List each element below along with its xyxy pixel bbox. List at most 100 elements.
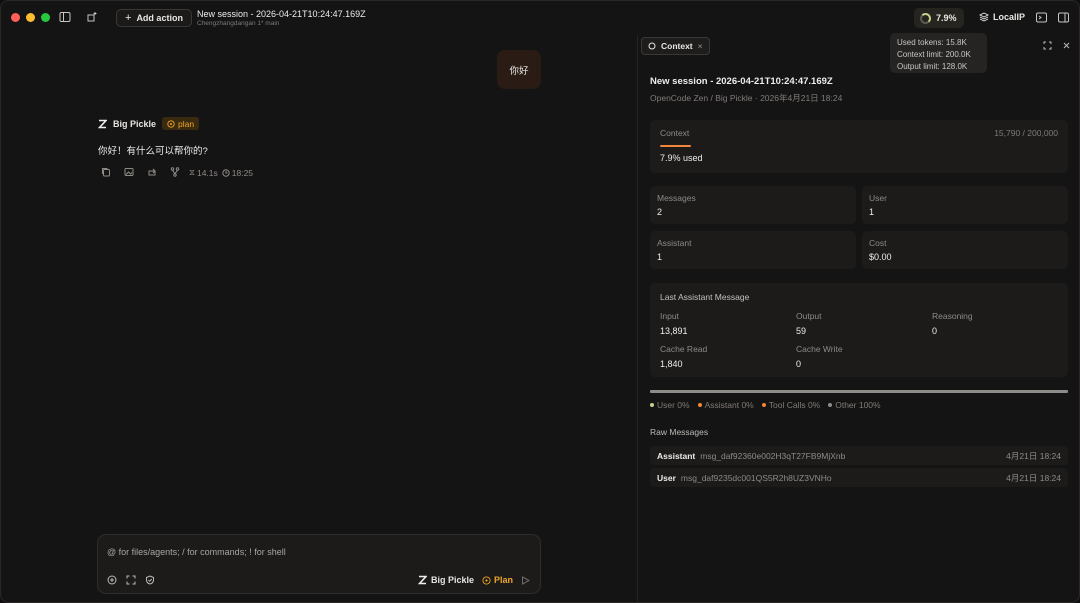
panel-session-title: New session - 2026-04-21T10:24:47.169Z (650, 76, 833, 87)
metric-value: 1,840 (660, 359, 683, 369)
model-selector[interactable]: Big Pickle (417, 575, 474, 585)
panel-session-subtitle: OpenCode Zen / Big Pickle · 2026年4月21日 1… (650, 93, 843, 103)
metric-cache-write: Cache Write 0 (796, 344, 843, 369)
token-breakdown-bar (650, 390, 1068, 393)
legend-label: User 0% (657, 400, 690, 410)
tab-context[interactable]: Context × (641, 37, 710, 55)
retry-icon[interactable] (147, 167, 158, 178)
context-count: 15,790 / 200,000 (994, 128, 1058, 138)
sidebar-toggle-icon[interactable] (59, 11, 73, 25)
raw-message-row[interactable]: Assistant msg_daf92360e002H3qT27FB9MjXnb… (650, 446, 1068, 465)
legend-label: Other 100% (835, 400, 881, 410)
metric-value: 0 (932, 326, 938, 336)
terminal-icon[interactable] (1036, 12, 1050, 26)
raw-message-row[interactable]: User msg_daf9235dc001QS5R2h8UZ3VNHo 4月21… (650, 468, 1068, 487)
metric-label: Cache Write (796, 344, 843, 354)
legend-label: Tool Calls 0% (768, 400, 821, 410)
stat-cost: Cost $0.00 (862, 231, 1068, 269)
context-tab-icon (648, 42, 656, 50)
session-title: New session - 2026-04-21T10:24:47.169Z (197, 9, 366, 19)
duration-indicator: ⧖ 14.1s (189, 167, 218, 178)
duration-value: 14.1s (196, 167, 218, 178)
plus-icon: + (125, 12, 132, 24)
context-usage-value: 7.9% (936, 13, 957, 23)
context-tooltip: Used tokens: 15.8K Context limit: 200.0K… (890, 33, 987, 73)
fullscreen-icon[interactable] (1043, 41, 1052, 50)
local-ip-button[interactable]: LocalIP (979, 12, 1025, 22)
context-usage-card: Context 15,790 / 200,000 7.9% used (650, 120, 1068, 173)
tooltip-used-tokens: Used tokens: 15.8K (897, 38, 967, 47)
assistant-reply: 你好！有什么可以帮你的? (98, 146, 208, 157)
session-header: New session - 2026-04-21T10:24:47.169Z C… (197, 9, 366, 27)
agent-mode-badge: plan (162, 117, 200, 130)
raw-message-time: 4月21日 18:24 (1006, 472, 1061, 483)
titlebar: + Add action New session - 2026-04-21T10… (1, 1, 1079, 35)
plan-mode-icon (167, 119, 175, 128)
legend-swatch (761, 403, 766, 407)
context-usage-button[interactable]: 7.9% (914, 8, 964, 28)
clock-icon (222, 168, 230, 177)
stat-label: Assistant (657, 238, 692, 248)
panel-divider[interactable] (637, 35, 638, 602)
legend-label: Assistant 0% (704, 400, 754, 410)
metric-reasoning: Reasoning 0 (932, 311, 973, 336)
panel-tools (1043, 41, 1071, 50)
minimize-window-button[interactable] (26, 13, 35, 22)
stat-user: User 1 (862, 186, 1068, 224)
image-icon[interactable] (124, 167, 135, 178)
composer-actions: Big Pickle Plan (417, 575, 530, 585)
stat-value: 1 (657, 252, 663, 262)
agent-name: Big Pickle (113, 118, 157, 129)
legend-item-user: User 0% (650, 400, 690, 410)
close-tab-icon[interactable]: × (698, 41, 703, 51)
legend-item-tool-calls: Tool Calls 0% (761, 400, 821, 410)
close-window-button[interactable] (11, 13, 20, 22)
stat-label: User (869, 193, 887, 203)
agent-header: Big Pickle plan (98, 117, 200, 130)
mode-label: Plan (493, 575, 513, 585)
stat-label: Messages (657, 193, 696, 203)
raw-message-id: msg_daf92360e002H3qT27FB9MjXnb (700, 450, 846, 461)
legend-swatch (828, 403, 833, 407)
prompt-input[interactable]: @ for files/agents; / for commands; ! fo… (107, 547, 286, 557)
layers-icon (979, 12, 989, 22)
context-used: 7.9% used (660, 153, 703, 163)
metric-cache-read: Cache Read 1,840 (660, 344, 707, 369)
raw-message-id: msg_daf9235dc001QS5R2h8UZ3VNHo (680, 472, 832, 483)
add-action-button[interactable]: + Add action (116, 9, 192, 27)
metric-label: Cache Read (660, 344, 708, 354)
tooltip-output-limit: Output limit: 128.0K (897, 62, 968, 71)
panel-toggle-icon[interactable] (1058, 12, 1072, 26)
stat-value: $0.00 (869, 252, 892, 262)
legend-swatch (697, 403, 702, 407)
model-logo-icon (417, 575, 427, 585)
legend-swatch (650, 403, 654, 407)
last-message-title: Last Assistant Message (660, 292, 750, 302)
close-panel-icon[interactable] (1062, 41, 1071, 50)
stat-value: 1 (869, 207, 875, 217)
composer-tools (107, 575, 155, 585)
tab-context-label: Context (661, 41, 693, 51)
stat-label: Cost (869, 238, 887, 248)
stat-value: 2 (657, 207, 663, 217)
copy-icon[interactable] (101, 167, 112, 178)
add-action-label: Add action (136, 13, 183, 23)
last-assistant-message-card: Last Assistant Message Input 13,891 Outp… (650, 283, 1068, 377)
shield-icon[interactable] (145, 575, 155, 585)
new-session-icon[interactable] (86, 11, 100, 25)
user-message-text: 你好 (509, 65, 529, 77)
raw-message-time: 4月21日 18:24 (1006, 450, 1061, 461)
stat-messages: Messages 2 (650, 186, 856, 224)
mode-selector[interactable]: Plan (482, 575, 513, 585)
prompt-composer[interactable]: @ for files/agents; / for commands; ! fo… (97, 534, 541, 594)
maximize-window-button[interactable] (41, 13, 50, 22)
send-icon[interactable] (521, 575, 530, 585)
context-progress-bar (660, 145, 691, 147)
metric-input: Input 13,891 (660, 311, 688, 336)
metric-value: 59 (796, 326, 807, 336)
agent-mode-label: plan (178, 118, 195, 129)
add-attachment-icon[interactable] (107, 575, 117, 585)
time-indicator: 18:25 (222, 168, 253, 178)
expand-icon[interactable] (126, 575, 136, 585)
fork-icon[interactable] (170, 167, 181, 178)
